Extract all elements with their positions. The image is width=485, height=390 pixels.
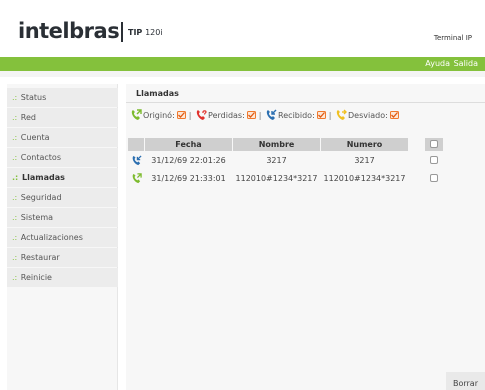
phone-missed-icon xyxy=(196,110,207,120)
delete-button[interactable]: Borrar xyxy=(446,372,485,390)
sidebar-item-red[interactable]: .: Red xyxy=(7,108,118,127)
sidebar-item-label: Llamadas xyxy=(22,173,65,182)
row-type-cell xyxy=(128,153,144,167)
sidebar-item-label: Restaurar xyxy=(20,253,60,262)
sidebar-item-label: Reinicie xyxy=(20,273,52,282)
filter-checkbox-forwarded[interactable] xyxy=(389,111,399,119)
content-panel: Llamadas xyxy=(126,84,485,390)
sidebar-item-label: Seguridad xyxy=(20,193,62,202)
top-nav-bar: Ayuda Salida xyxy=(0,57,485,71)
bullet: .: xyxy=(12,273,18,282)
header-fecha: Fecha xyxy=(145,138,232,151)
sidebar-item-status[interactable]: .: Status xyxy=(7,88,118,107)
row-checkbox[interactable] xyxy=(430,174,438,182)
sidebar-item-sistema[interactable]: .: Sistema xyxy=(7,208,118,227)
filter-label: Recibido: xyxy=(278,110,315,120)
bullet: .: xyxy=(12,173,19,182)
sidebar-item-cuenta[interactable]: .: Cuenta xyxy=(7,128,118,147)
cell-nombre: 3217 xyxy=(266,156,287,165)
sidebar-item-contactos[interactable]: .: Contactos xyxy=(7,148,118,167)
model-number: 120i xyxy=(145,28,163,37)
phone-forwarded-icon xyxy=(336,109,348,120)
separator: | xyxy=(328,110,332,120)
row-checkbox[interactable] xyxy=(430,156,438,164)
header-type-cell xyxy=(128,138,144,151)
cell-fecha: 31/12/69 21:33:01 xyxy=(151,174,226,183)
sidebar-nav: .: Status .: Red .: Cuenta .: Contactos … xyxy=(7,84,118,390)
logout-link[interactable]: Salida xyxy=(454,59,478,68)
header: intelbras TIP 120i Terminal IP xyxy=(0,0,485,57)
sidebar-item-label: Actualizaciones xyxy=(20,233,83,242)
filter-originated: Originó: xyxy=(130,109,186,121)
help-link[interactable]: Ayuda xyxy=(425,59,450,68)
row-select-cell xyxy=(425,171,443,185)
phone-outgoing-icon xyxy=(131,109,142,120)
calls-table: Fecha Nombre Numero 31/12/69 22:01:26 32… xyxy=(128,138,454,192)
filter-label: Desviado: xyxy=(348,110,388,120)
phone-outgoing-icon xyxy=(132,173,142,184)
select-all-checkbox[interactable] xyxy=(430,140,438,148)
filter-checkbox-originated[interactable] xyxy=(176,111,186,119)
row-select-cell xyxy=(425,153,443,167)
separator: | xyxy=(188,110,192,120)
filter-checkbox-missed[interactable] xyxy=(246,111,256,119)
bullet: .: xyxy=(12,193,18,202)
cell-fecha: 31/12/69 22:01:26 xyxy=(151,156,226,165)
title-divider xyxy=(126,102,485,103)
sidebar-item-restaurar[interactable]: .: Restaurar xyxy=(7,248,118,267)
page-title: Llamadas xyxy=(136,89,179,98)
bullet: .: xyxy=(12,153,18,162)
sidebar-item-seguridad[interactable]: .: Seguridad xyxy=(7,188,118,207)
header-nombre: Nombre xyxy=(233,138,320,151)
filter-label: Perdidas: xyxy=(208,110,245,120)
bullet: .: xyxy=(12,113,18,122)
sidebar-item-actualizaciones[interactable]: .: Actualizaciones xyxy=(7,228,118,247)
filter-label: Originó: xyxy=(143,110,175,120)
filter-missed: Perdidas: xyxy=(195,109,256,121)
call-type-filters: Originó: | Perdidas: | Recibido: | Desvi… xyxy=(130,109,401,125)
filter-forwarded: Desviado: xyxy=(335,109,399,121)
cell-nombre: 112010#1234*3217 xyxy=(235,174,318,183)
sidebar-item-label: Red xyxy=(20,113,36,122)
intelbras-logo: intelbras xyxy=(18,19,120,43)
model-name: TIP 120i xyxy=(128,28,163,37)
sidebar-item-llamadas[interactable]: .: Llamadas xyxy=(7,168,118,187)
bullet: .: xyxy=(12,133,18,142)
sidebar-item-label: Sistema xyxy=(20,213,54,222)
filter-checkbox-received[interactable] xyxy=(316,111,326,119)
bullet: .: xyxy=(12,213,18,222)
filter-received: Recibido: xyxy=(265,109,326,121)
header-select-all xyxy=(425,138,443,151)
model-prefix: TIP xyxy=(128,28,143,37)
bullet: .: xyxy=(12,253,18,262)
sidebar-item-label: Cuenta xyxy=(20,133,50,142)
bullet: .: xyxy=(12,233,18,242)
header-gap xyxy=(0,71,485,77)
terminal-label: Terminal IP xyxy=(433,34,472,42)
phone-incoming-icon xyxy=(266,109,277,120)
phone-incoming-icon xyxy=(132,155,142,166)
cell-numero: 112010#1234*3217 xyxy=(323,174,406,183)
cell-numero: 3217 xyxy=(354,156,375,165)
bullet: .: xyxy=(12,93,18,102)
header-numero: Numero xyxy=(321,138,408,151)
separator: | xyxy=(258,110,262,120)
row-type-cell xyxy=(128,171,144,185)
logo-divider xyxy=(121,22,123,42)
sidebar-item-label: Status xyxy=(20,93,47,102)
sidebar-item-label: Contactos xyxy=(20,153,61,162)
sidebar-item-reinicie[interactable]: .: Reinicie xyxy=(7,268,118,287)
